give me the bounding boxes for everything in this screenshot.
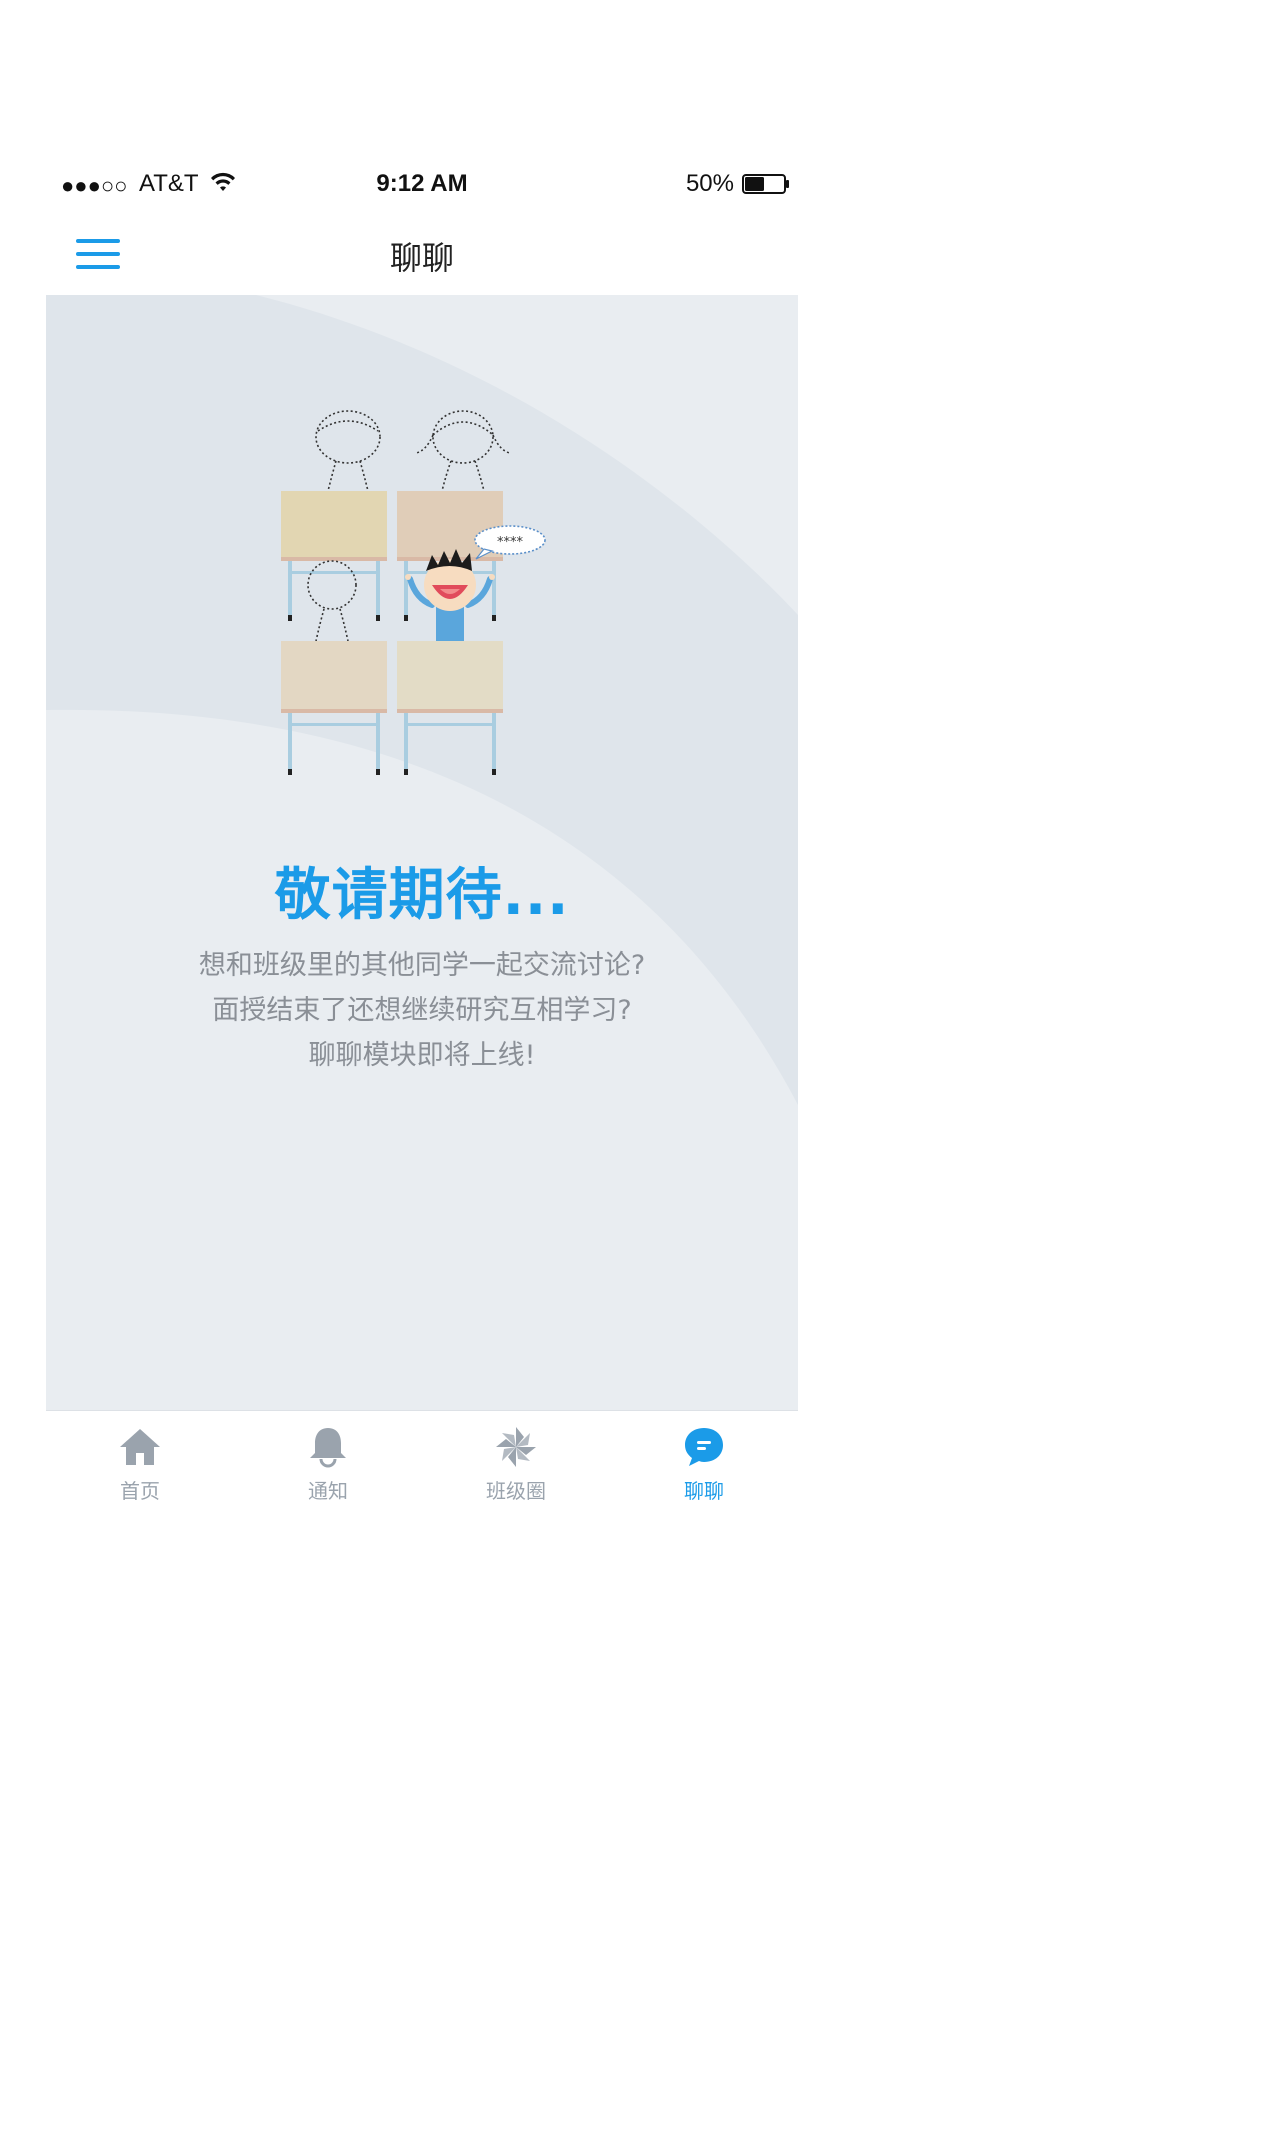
tab-class-circle[interactable]: 班级圈 [422,1411,610,1521]
dotted-student-back-left [315,410,381,492]
battery-percentage: 50% [685,170,734,197]
speech-bubble-text: **** [497,535,524,550]
speech-bubble: **** [474,525,546,560]
front-right-desk [397,641,503,775]
back-left-desk [281,491,387,621]
happy-student [405,549,495,641]
coming-soon-description: 想和班级里的其他同学一起交流讨论? 面授结束了还想继续研究互相学习? 聊聊模块即… [46,943,798,1078]
tab-label-home: 首页 [120,1479,160,1503]
description-line: 想和班级里的其他同学一起交流讨论? [198,950,646,981]
battery-fill [745,177,764,191]
tab-home[interactable]: 首页 [46,1411,234,1521]
home-icon [120,1429,160,1465]
status-bar: ●●●○○ AT&T 9:12 AM 50% [46,155,798,213]
pinwheel-icon [496,1427,536,1467]
page-title: 聊聊 [389,239,454,277]
tab-label-chat: 聊聊 [684,1479,724,1503]
tab-label-class-circle: 班级圈 [486,1479,546,1503]
tab-chat[interactable]: 聊聊 [610,1411,798,1521]
tab-label-notifications: 通知 [308,1479,348,1503]
description-line: 面授结束了还想继续研究互相学习? [212,995,632,1026]
coming-soon-content: **** 敬请期待... 想和班级里的其他同学一起交流讨论? 面授结束了还想继续… [46,295,798,1410]
battery-icon [742,174,789,194]
tab-bar: 首页 通知 班级圈 聊聊 [46,1410,798,1521]
chat-bubble-icon [685,1428,723,1466]
classroom-illustration: **** [281,410,546,775]
description-line: 聊聊模块即将上线! [308,1040,536,1071]
front-left-desk [281,641,387,775]
bell-icon [310,1428,346,1468]
dotted-student-back-right [415,410,511,492]
coming-soon-headline: 敬请期待... [274,863,570,928]
navigation-bar: 聊聊 [46,213,798,295]
phone-screen: ●●●○○ AT&T 9:12 AM 50% 聊聊 **** 敬请期待... 想… [46,155,798,1521]
tab-notifications[interactable]: 通知 [234,1411,422,1521]
